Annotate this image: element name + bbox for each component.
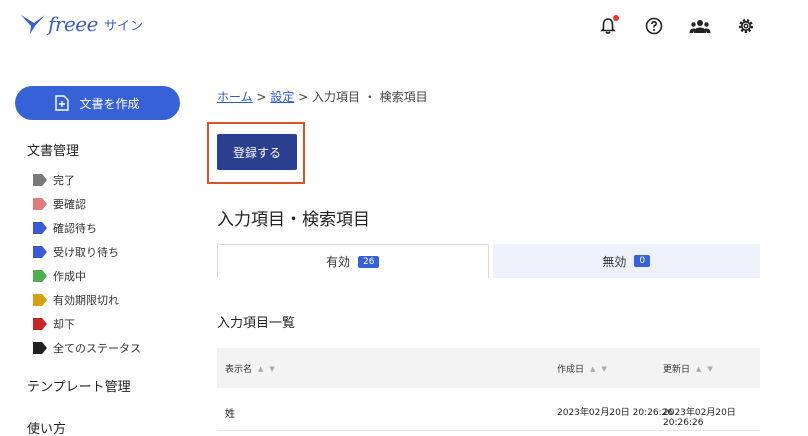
- tag-icon: [33, 198, 47, 210]
- status-item-completed[interactable]: 完了: [33, 168, 141, 192]
- status-label: 有効期限切れ: [53, 294, 119, 307]
- tag-icon: [33, 342, 47, 354]
- breadcrumb-separator: >: [294, 90, 313, 104]
- column-header-updated[interactable]: 更新日 ▲▼: [663, 362, 719, 376]
- tag-icon: [33, 318, 47, 330]
- create-document-label: 文書を作成: [79, 96, 140, 111]
- tag-icon: [33, 294, 47, 306]
- how-to-link[interactable]: 使い方: [27, 418, 66, 436]
- breadcrumb-current: 入力項目 ・ 検索項目: [312, 90, 428, 104]
- bell-icon[interactable]: [596, 14, 620, 38]
- row-created: 2023年02月20日 20:26:26: [557, 408, 674, 418]
- status-item-awaiting-receipt[interactable]: 受け取り待ち: [33, 240, 141, 264]
- count-badge: 26: [358, 255, 380, 268]
- tab-disabled[interactable]: 無効 0: [492, 244, 760, 278]
- logo-bird-icon: [21, 15, 45, 34]
- column-header-name[interactable]: 表示名 ▲▼: [225, 362, 281, 376]
- status-item-awaiting-review[interactable]: 確認待ち: [33, 216, 141, 240]
- column-header-created[interactable]: 作成日 ▲▼: [557, 362, 613, 376]
- status-label: 却下: [53, 318, 75, 331]
- status-label: 確認待ち: [53, 222, 97, 235]
- logo-text: freee: [48, 12, 98, 36]
- column-label: 表示名: [225, 365, 253, 375]
- breadcrumb: ホーム > 設定 > 入力項目 ・ 検索項目: [217, 88, 428, 105]
- template-management-link[interactable]: テンプレート管理: [27, 376, 131, 395]
- tab-label: 有効: [326, 255, 351, 269]
- tag-icon: [33, 174, 47, 186]
- tag-icon: [33, 270, 47, 282]
- users-icon[interactable]: [688, 14, 712, 38]
- table-row[interactable]: 姓 2023年02月20日 20:26:26 2023年02月20日 20:26…: [217, 389, 760, 431]
- table-header: 表示名 ▲▼ 作成日 ▲▼ 更新日 ▲▼: [217, 348, 760, 388]
- status-label: 完了: [53, 174, 75, 187]
- status-tabs: 有効 26 無効 0: [217, 244, 760, 278]
- breadcrumb-separator: >: [252, 90, 271, 104]
- sort-icon[interactable]: ▲▼: [696, 365, 719, 373]
- doc-management-heading[interactable]: 文書管理: [27, 140, 79, 159]
- page-title: 入力項目・検索項目: [217, 210, 370, 230]
- status-label: 受け取り待ち: [53, 246, 119, 259]
- status-item-needs-review[interactable]: 要確認: [33, 192, 141, 216]
- list-title: 入力項目一覧: [217, 316, 296, 331]
- sort-icon[interactable]: ▲▼: [590, 365, 613, 373]
- status-list: 完了 要確認 確認待ち 受け取り待ち 作成中 有効期限切れ 却下 全てのステータ…: [33, 168, 141, 360]
- status-item-draft[interactable]: 作成中: [33, 264, 141, 288]
- status-label: 全てのステータス: [53, 342, 141, 355]
- tag-icon: [33, 222, 47, 234]
- column-label: 更新日: [663, 365, 691, 375]
- header-icons: [596, 14, 758, 38]
- row-updated: 2023年02月20日 20:26:26: [663, 408, 736, 428]
- count-badge: 0: [634, 255, 651, 267]
- tab-label: 無効: [602, 254, 627, 269]
- help-icon[interactable]: [642, 14, 666, 38]
- status-item-rejected[interactable]: 却下: [33, 312, 141, 336]
- status-label: 要確認: [53, 198, 86, 211]
- register-button[interactable]: 登録する: [217, 134, 297, 170]
- add-document-icon: [55, 95, 70, 111]
- column-label: 作成日: [557, 365, 585, 375]
- logo-sub: サイン: [103, 18, 143, 34]
- status-item-all[interactable]: 全てのステータス: [33, 336, 141, 360]
- status-item-expired[interactable]: 有効期限切れ: [33, 288, 141, 312]
- tab-enabled[interactable]: 有効 26: [217, 244, 489, 278]
- sort-icon[interactable]: ▲▼: [258, 365, 281, 373]
- gear-icon[interactable]: [734, 14, 758, 38]
- create-document-button[interactable]: 文書を作成: [15, 86, 180, 120]
- breadcrumb-settings[interactable]: 設定: [270, 90, 294, 104]
- row-name: 姓: [225, 409, 235, 420]
- breadcrumb-home[interactable]: ホーム: [217, 90, 253, 104]
- notification-dot: [613, 15, 619, 21]
- status-label: 作成中: [53, 270, 86, 283]
- freee-sign-logo[interactable]: freee サイン: [20, 12, 143, 36]
- tag-icon: [33, 246, 47, 258]
